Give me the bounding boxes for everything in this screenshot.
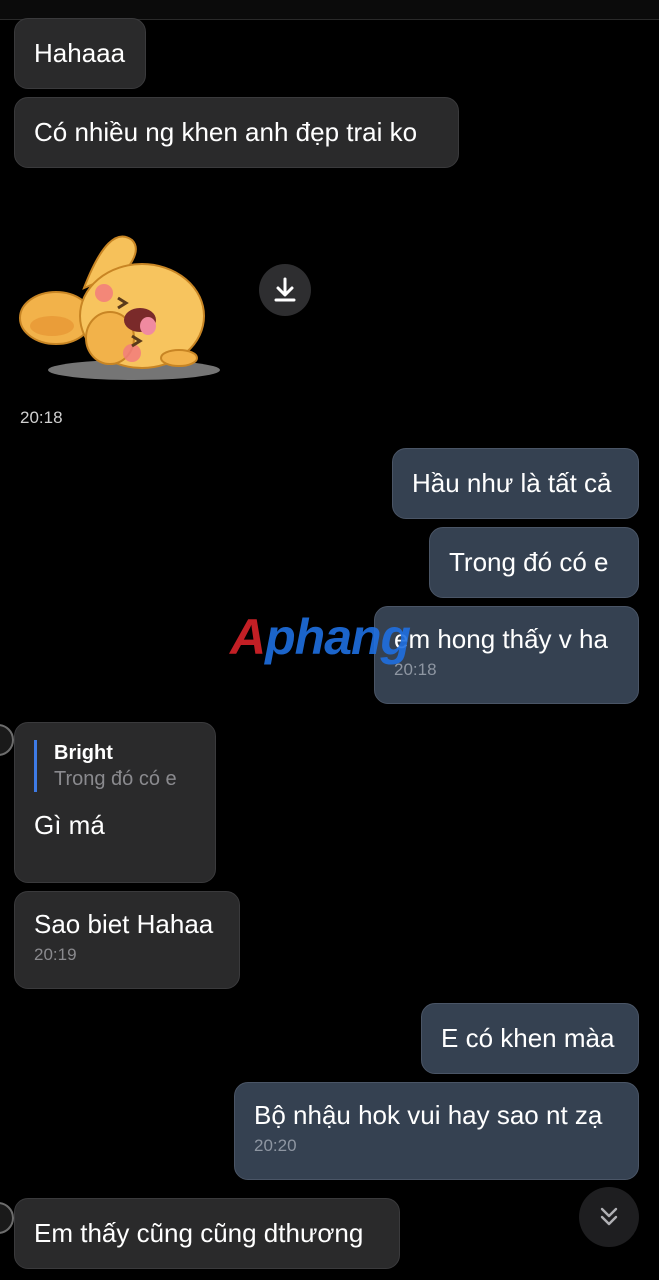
message-text: Em thấy cũng cũng dthương [34, 1218, 364, 1248]
scroll-to-bottom-button[interactable] [579, 1187, 639, 1247]
avatar[interactable] [0, 1202, 14, 1234]
message-bubble-incoming[interactable]: Có nhiều ng khen anh đẹp trai ko [14, 97, 459, 168]
message-bubble-outgoing[interactable]: E có khen màa [421, 1003, 639, 1074]
bunny-sticker[interactable] [14, 228, 224, 383]
message-bubble-incoming[interactable]: Em thấy cũng cũng dthương [14, 1198, 400, 1269]
reply-sender-name: Bright [54, 742, 113, 764]
message-bubble-outgoing[interactable]: Bộ nhậu hok vui hay sao nt zạ 20:20 [234, 1082, 639, 1180]
download-icon [274, 277, 296, 302]
reply-quote[interactable]: Bright Trong đó có e [34, 740, 196, 792]
message-text: Có nhiều ng khen anh đẹp trai ko [34, 117, 418, 147]
message-bubble-outgoing[interactable]: Trong đó có e [429, 527, 639, 598]
message-text: Gì má [34, 810, 105, 840]
message-text: em hong thấy v ha [394, 624, 608, 654]
message-text: Trong đó có e [449, 547, 609, 577]
watermark-logo: Aphang [230, 609, 411, 665]
message-timestamp: 20:18 [20, 408, 63, 427]
message-bubble-incoming[interactable]: Bright Trong đó có e Gì má [14, 722, 216, 883]
message-text: Hahaaa [34, 38, 126, 68]
message-text: E có khen màa [441, 1023, 615, 1053]
message-text: Sao biet Hahaa [34, 909, 214, 939]
reply-quoted-text: Trong đó có e [54, 768, 177, 790]
message-text: Hầu như là tất cả [412, 468, 612, 498]
top-bar [0, 0, 659, 20]
message-text: Bộ nhậu hok vui hay sao nt zạ [254, 1100, 603, 1130]
chevron-double-down-icon [600, 1207, 618, 1226]
message-timestamp: 20:18 [394, 660, 437, 679]
avatar[interactable] [0, 724, 14, 756]
message-timestamp: 20:19 [34, 945, 77, 964]
message-bubble-incoming[interactable]: Hahaaa [14, 18, 146, 89]
message-bubble-incoming[interactable]: Sao biet Hahaa 20:19 [14, 891, 240, 989]
message-bubble-outgoing[interactable]: Hầu như là tất cả [392, 448, 639, 519]
message-bubble-outgoing[interactable]: em hong thấy v ha 20:18 [374, 606, 639, 704]
download-button[interactable] [259, 264, 311, 316]
message-timestamp: 20:20 [254, 1136, 297, 1155]
